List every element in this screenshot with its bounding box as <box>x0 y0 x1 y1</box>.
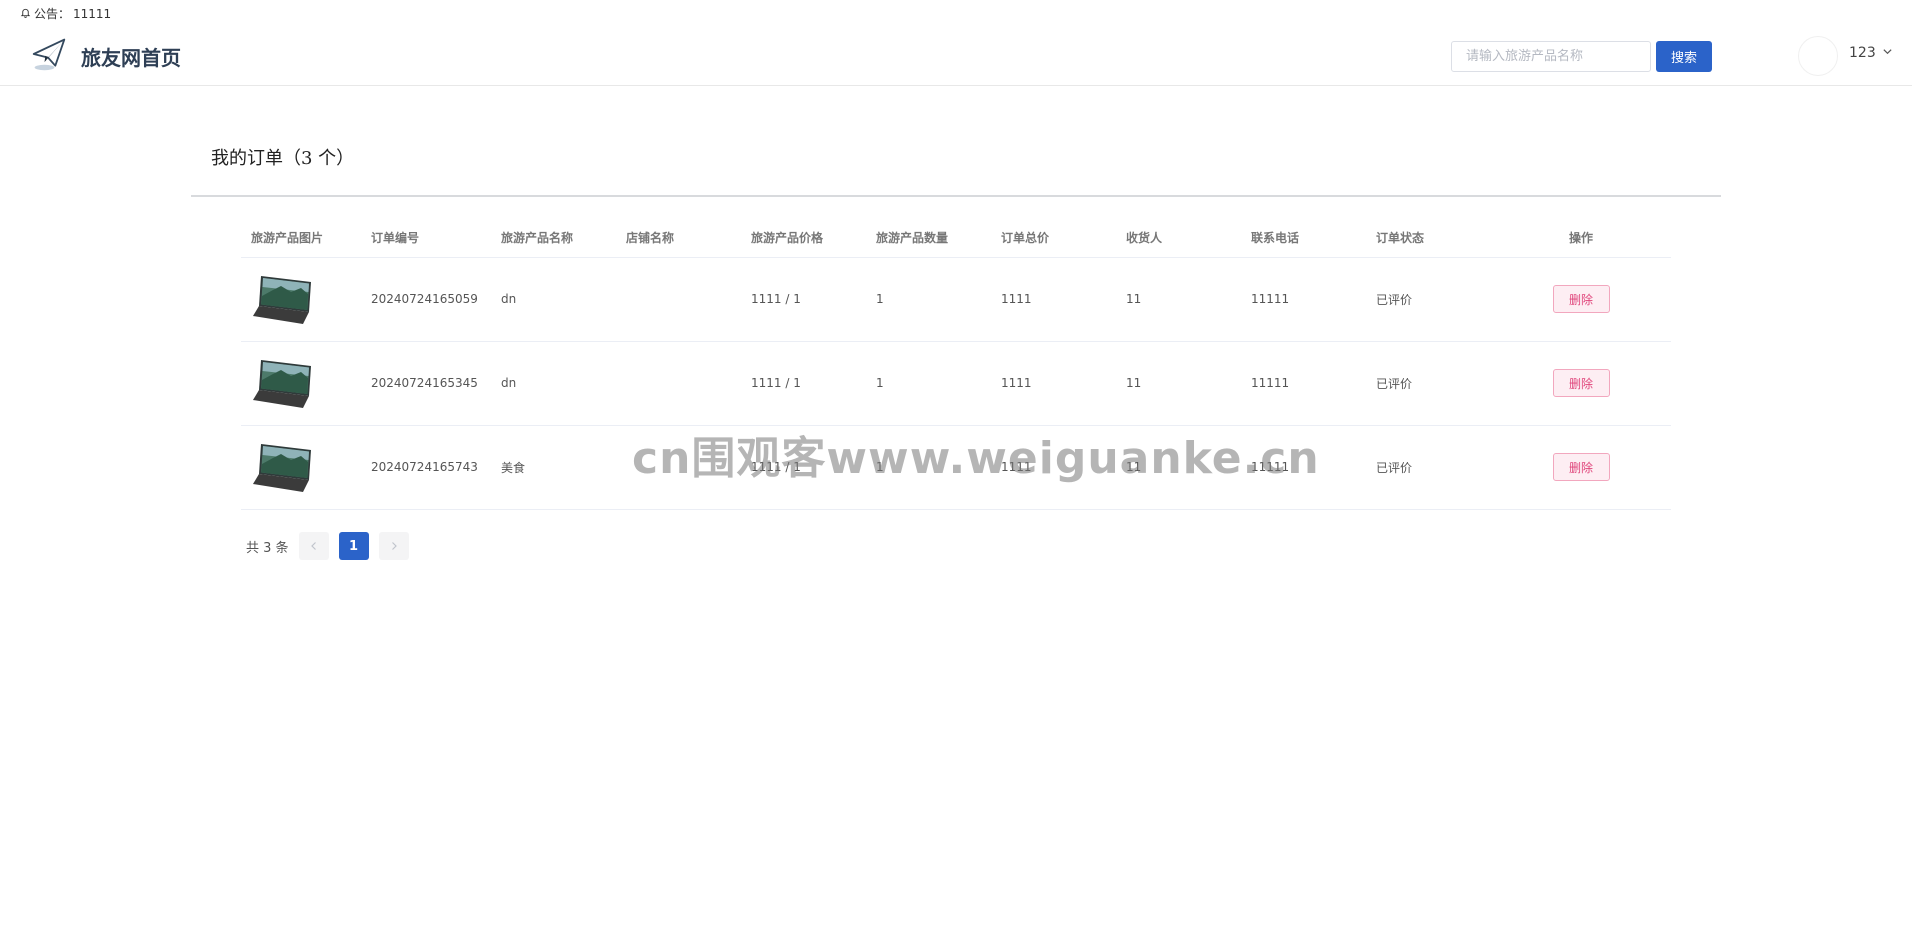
delete-button[interactable]: 删除 <box>1552 369 1610 397</box>
column-header: 店铺名称 <box>616 219 741 258</box>
page-number[interactable]: 1 <box>338 532 369 560</box>
receiver: 11 <box>1116 257 1241 342</box>
bell-icon <box>20 7 31 21</box>
actions-cell: 删除 <box>1491 341 1671 426</box>
phone: 11111 <box>1241 341 1366 426</box>
column-header: 订单总价 <box>991 219 1116 258</box>
product-price: 1111 / 1 <box>741 257 866 342</box>
product-image-cell <box>241 425 361 510</box>
order-status: 已评价 <box>1366 257 1491 342</box>
shop-name <box>616 257 741 342</box>
notice-label: 公告： <box>34 7 71 21</box>
column-header: 旅游产品名称 <box>491 219 616 258</box>
delete-button[interactable]: 删除 <box>1552 453 1610 481</box>
delete-button[interactable]: 删除 <box>1552 285 1610 313</box>
table-header-row: 旅游产品图片 订单编号 旅游产品名称 店铺名称 旅游产品价格 旅游产品数量 订单… <box>241 219 1671 258</box>
chevron-down-icon <box>1882 45 1893 61</box>
avatar[interactable] <box>1798 36 1838 76</box>
order-status: 已评价 <box>1366 425 1491 510</box>
table-row: 20240724165059 dn 1111 / 1 1 1111 11 111… <box>241 257 1671 342</box>
notice-text: 11111 <box>73 6 112 21</box>
product-name-link[interactable]: 美食 <box>491 425 616 510</box>
paper-plane-icon <box>31 36 67 76</box>
notice-bar: 公告： 11111 <box>20 5 111 22</box>
pagination: 共 3 条 1 <box>246 532 409 560</box>
column-header: 订单状态 <box>1366 219 1491 258</box>
column-header: 操作 <box>1491 219 1671 258</box>
username: 123 <box>1849 45 1876 61</box>
product-quantity: 1 <box>866 257 991 342</box>
column-header: 订单编号 <box>361 219 491 258</box>
product-image-cell <box>241 341 361 426</box>
product-name-link[interactable]: dn <box>491 341 616 426</box>
next-page-button[interactable] <box>378 532 409 560</box>
user-menu[interactable]: 123 <box>1849 45 1893 61</box>
actions-cell: 删除 <box>1491 425 1671 510</box>
column-header: 旅游产品图片 <box>241 219 361 258</box>
watermark: cn围观客www.weiguanke.cn <box>632 433 1320 484</box>
site-title: 旅友网首页 <box>81 45 181 70</box>
search-button[interactable]: 搜索 <box>1656 41 1712 72</box>
column-header: 旅游产品价格 <box>741 219 866 258</box>
order-number: 20240724165345 <box>361 341 491 426</box>
product-price: 1111 / 1 <box>741 341 866 426</box>
page-title: 我的订单（3 个） <box>211 148 355 169</box>
column-header: 旅游产品数量 <box>866 219 991 258</box>
product-name-link[interactable]: dn <box>491 257 616 342</box>
column-header: 联系电话 <box>1241 219 1366 258</box>
chevron-left-icon <box>310 542 316 550</box>
search-input[interactable] <box>1451 41 1651 72</box>
laptop-thumbnail[interactable] <box>251 436 317 498</box>
receiver: 11 <box>1116 341 1241 426</box>
chevron-right-icon <box>391 542 397 550</box>
phone: 11111 <box>1241 257 1366 342</box>
order-total: 1111 <box>991 341 1116 426</box>
product-image-cell <box>241 257 361 342</box>
top-header: 旅友网首页 搜索 123 <box>0 28 1912 86</box>
product-quantity: 1 <box>866 341 991 426</box>
column-header: 收货人 <box>1116 219 1241 258</box>
order-total: 1111 <box>991 257 1116 342</box>
laptop-thumbnail[interactable] <box>251 352 317 414</box>
total-count: 共 3 条 <box>246 540 289 556</box>
shop-name <box>616 341 741 426</box>
order-number: 20240724165743 <box>361 425 491 510</box>
divider <box>191 195 1721 197</box>
order-status: 已评价 <box>1366 341 1491 426</box>
table-row: 20240724165345 dn 1111 / 1 1 1111 11 111… <box>241 341 1671 426</box>
laptop-thumbnail[interactable] <box>251 268 317 330</box>
site-logo[interactable]: 旅友网首页 <box>31 36 181 76</box>
prev-page-button[interactable] <box>298 532 329 560</box>
order-number: 20240724165059 <box>361 257 491 342</box>
actions-cell: 删除 <box>1491 257 1671 342</box>
